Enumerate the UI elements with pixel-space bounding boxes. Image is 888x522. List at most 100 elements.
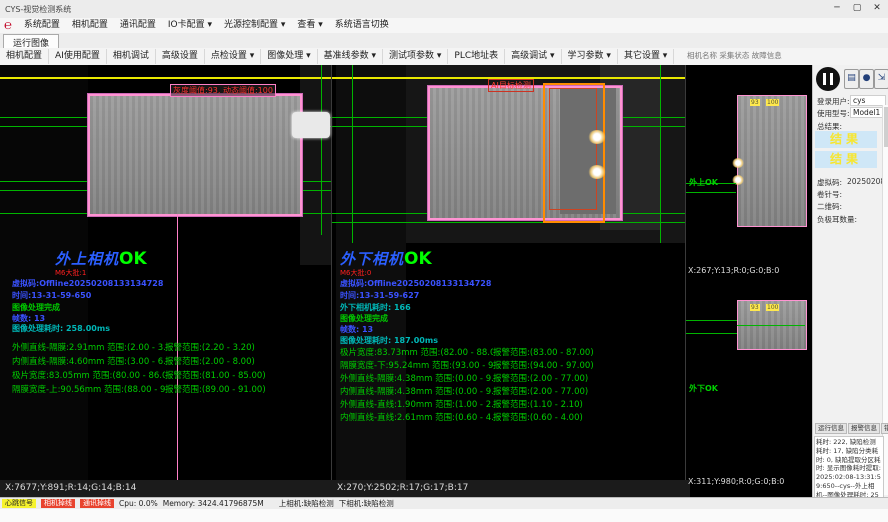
center-camera-view[interactable]: AI目标检测 外下相机OK M6大批:0 虚拟码:Offline20250208…: [332, 65, 685, 480]
window-controls: ─ ▢ ✕: [828, 1, 886, 15]
alarm-range: 报警范围:(2.20 - 3.20): [165, 341, 255, 353]
tool-spot-check[interactable]: 点检设置 ▾: [205, 49, 261, 64]
alarm-range: 报警范围:(81.00 - 85.00): [165, 369, 266, 381]
thumbnail-upper-camera[interactable]: 93 100 外上OK: [686, 72, 811, 264]
scrollbar-thumb[interactable]: [884, 107, 888, 147]
left-camera-view[interactable]: 灰度阈值:93, 动态阈值:100 外上相机OK M6大批:1 虚拟码:Offl…: [0, 65, 331, 480]
highlight-glow: [732, 158, 744, 168]
pause-button[interactable]: [816, 67, 840, 91]
pause-icon: [823, 73, 833, 85]
title-bar: CYS-视觉检测系统 ─ ▢ ✕: [0, 0, 888, 19]
ai-detect-label: AI目标检测: [488, 79, 534, 92]
menu-light-config[interactable]: 光源控制配置 ▾: [218, 18, 291, 33]
green-reference-line: [352, 65, 353, 243]
comm-status-badge: 通讯掉线: [80, 499, 114, 508]
window-footer: [0, 509, 888, 522]
timestamp-text: 时间:13-31-59-627: [340, 290, 419, 301]
measurement-value: 极片宽度:83.73mm 范围:(82.00 - 88.00): [340, 346, 493, 358]
alarm-range: 报警范围:(2.00 - 8.00): [165, 355, 255, 367]
tab-alarm-info[interactable]: 报警信息: [848, 423, 880, 434]
pixel-coordinate-readout: X:270;Y:2502;R:17;G:17;B:17: [332, 480, 690, 497]
camera-button[interactable]: ●: [859, 69, 874, 89]
user-label: 登录用户:: [817, 96, 850, 107]
alarm-range: 报警范围:(0.60 - 4.00): [493, 411, 583, 423]
tab-count-label: 负极耳数量:: [817, 214, 857, 225]
green-reference-line: [660, 65, 661, 243]
alarm-range: 报警范围:(83.00 - 87.00): [493, 346, 594, 358]
result-box-lower: 结果: [815, 151, 877, 168]
camera-time-text: 外下相机耗时: 166: [340, 302, 411, 313]
threshold-tag: 100: [766, 99, 779, 106]
menu-system-config[interactable]: 系统配置: [18, 18, 66, 33]
tool-camera-debug[interactable]: 相机调试: [107, 49, 156, 64]
measurement-value: 内侧直线-隔膜:4.60mm 范围:(3.00 - 6.00): [12, 355, 165, 367]
thumbs-header: 相机名称 采集状态 故障信息: [687, 50, 782, 61]
alarm-range: 报警范围:(89.00 - 91.00): [165, 383, 266, 395]
alarm-range: 报警范围:(2.00 - 77.00): [493, 385, 588, 397]
threshold-overlay-label: 灰度阈值:93, 动态阈值:100: [170, 84, 276, 97]
inspected-part-image: [737, 95, 807, 227]
measurement-row: 外侧直线-隔膜:4.38mm 范围:(0.00 - 9.00) 报警范围:(2.…: [340, 372, 680, 384]
batch-subtitle: M6大批:1: [55, 268, 86, 278]
measurement-value: 外侧直线-隔膜:4.38mm 范围:(0.00 - 9.00): [340, 372, 493, 384]
menu-camera-config[interactable]: 相机配置: [66, 18, 114, 33]
tool-other-settings[interactable]: 其它设置 ▾: [618, 49, 674, 64]
menu-io-config[interactable]: IO卡配置 ▾: [162, 18, 218, 33]
thumb-ok-text: 外下OK: [689, 383, 718, 394]
menu-language-switch[interactable]: 系统语言切换: [329, 18, 395, 33]
virtual-code-text: 虚拟码:Offline20250208133134728: [12, 278, 163, 289]
tool-test-params[interactable]: 测试项参数 ▾: [383, 49, 448, 64]
center-result-title: 外下相机OK: [340, 248, 432, 269]
tool-plc-address[interactable]: PLC地址表: [448, 49, 505, 64]
frame-count-text: 帧数: 13: [340, 324, 373, 335]
pixel-coordinate-readout: X:267;Y:13;R:0;G:0;B:0: [688, 266, 779, 275]
thumbnail-lower-camera[interactable]: 93 100 外下OK: [686, 278, 811, 475]
id-card-button[interactable]: ▤: [844, 69, 859, 89]
highlight-glow: [588, 130, 606, 144]
connector-part: [292, 112, 330, 138]
measurement-value: 隔膜宽度-下:95.24mm 范围:(93.00 - 98.00): [340, 359, 493, 371]
lower-camera-mode-text: 下相机:缺陷检测: [339, 498, 394, 509]
result-box-upper: 结果: [815, 131, 877, 148]
measurement-row: 外侧直线-直线:1.90mm 范围:(1.00 - 2.20) 报警范围:(1.…: [340, 398, 680, 410]
tool-image-processing[interactable]: 图像处理 ▾: [261, 49, 317, 64]
green-reference-line: [686, 320, 737, 321]
minimize-icon[interactable]: ─: [828, 1, 846, 15]
tool-advanced-settings[interactable]: 高级设置: [156, 49, 205, 64]
reel-number-label: 卷针号:: [817, 189, 842, 200]
export-icon: ⇲: [878, 73, 886, 83]
tab-run-info[interactable]: 运行信息: [815, 423, 847, 434]
menu-comm-config[interactable]: 通讯配置: [114, 18, 162, 33]
close-icon[interactable]: ✕: [868, 1, 886, 15]
yellow-reference-line: [0, 77, 331, 79]
virtual-code-value: 20250208: [847, 177, 885, 186]
measurement-row: 极片宽度:83.73mm 范围:(82.00 - 88.00) 报警范围:(83…: [340, 346, 680, 358]
app-logo-icon: ℮: [4, 19, 12, 32]
machine-background: [300, 65, 331, 265]
pixel-coordinate-readout: X:311;Y:980;R:0;G:0;B:0: [688, 477, 784, 486]
tool-learning-params[interactable]: 学习参数 ▾: [562, 49, 618, 64]
tool-ai-usage-config[interactable]: AI使用配置: [49, 49, 107, 64]
maximize-icon[interactable]: ▢: [848, 1, 866, 15]
menu-bar: ℮ 系统配置 相机配置 通讯配置 IO卡配置 ▾ 光源控制配置 ▾ 查看 ▾ 系…: [0, 18, 888, 33]
tool-baseline-params[interactable]: 基准线参数 ▾: [318, 49, 383, 64]
green-reference-line: [686, 333, 737, 334]
result-ok-text: OK: [119, 249, 147, 269]
measurement-value: 极片宽度:83.05mm 范围:(80.00 - 86.00): [12, 369, 165, 381]
upper-camera-mode-text: 上相机:缺陷检测: [279, 498, 334, 509]
window-title: CYS-视觉检测系统: [5, 4, 71, 15]
tab-error-info[interactable]: 错误信息: [881, 423, 888, 434]
menu-view[interactable]: 查看 ▾: [291, 18, 328, 33]
tool-camera-config[interactable]: 相机配置: [0, 49, 49, 64]
pixel-coordinate-readout: X:7677;Y:891;R:14;G:14;B:14: [0, 480, 336, 497]
green-reference-line: [737, 325, 805, 326]
measurement-value: 外侧直线-隔膜:2.91mm 范围:(2.00 - 3.50): [12, 341, 165, 353]
threshold-tag: 100: [766, 304, 779, 311]
model-value: Model1: [850, 107, 886, 118]
tool-advanced-debug[interactable]: 高级调试 ▾: [505, 49, 561, 64]
processing-time-text: 图像处理耗时: 187.00ms: [340, 335, 438, 346]
measurement-value: 外侧直线-直线:1.90mm 范围:(1.00 - 2.20): [340, 398, 493, 410]
threshold-tag: 93: [750, 99, 760, 106]
export-button[interactable]: ⇲: [874, 69, 888, 89]
alarm-range: 报警范围:(2.00 - 77.00): [493, 372, 588, 384]
